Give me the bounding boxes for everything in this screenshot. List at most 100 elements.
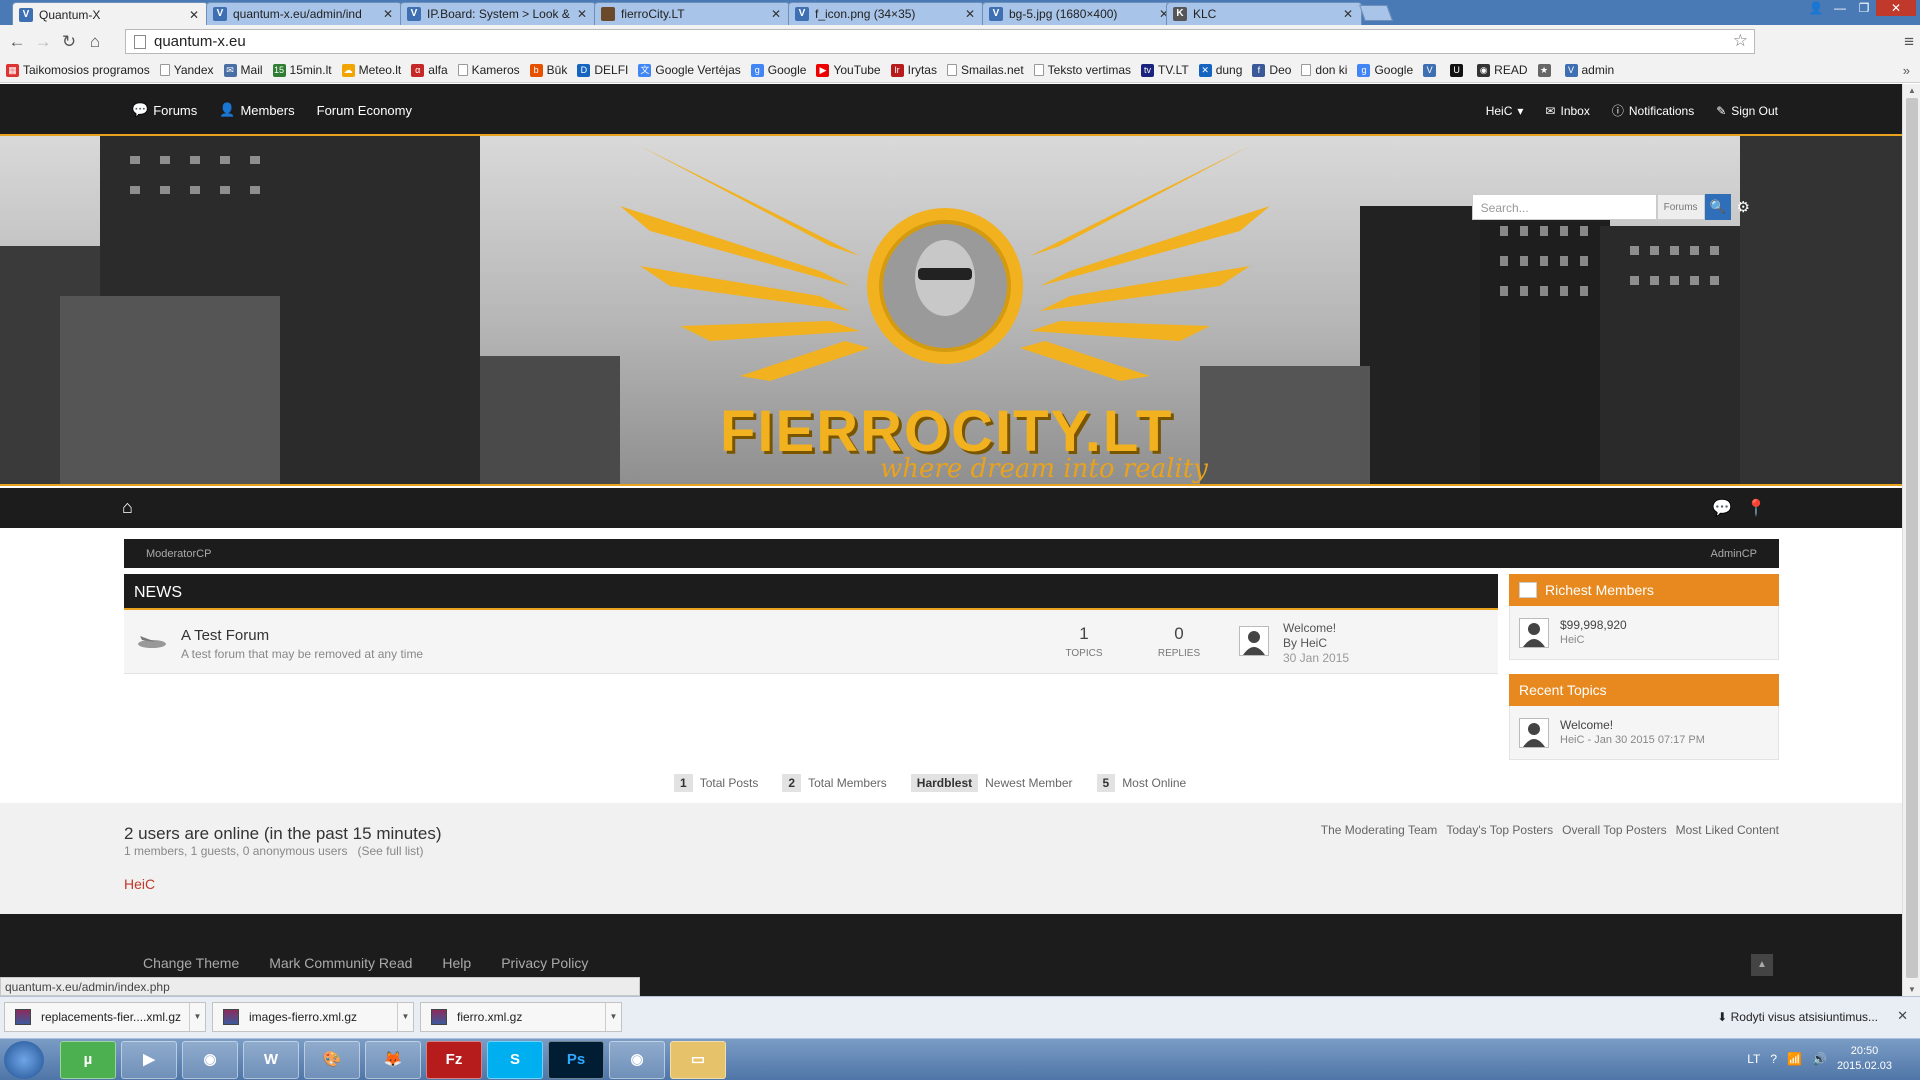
address-url[interactable]: quantum-x.eu (154, 33, 246, 50)
bookmark-teksto-vertimas[interactable]: Teksto vertimas (1033, 63, 1131, 77)
chrome-menu-icon[interactable]: ≡ (1904, 32, 1914, 52)
show-all-downloads-link[interactable]: ⬇ Rodyti visus atsisiuntimus... (1717, 1010, 1878, 1024)
bookmark-google[interactable]: g Google (750, 63, 806, 77)
todays-top-posters-link[interactable]: Today's Top Posters (1446, 823, 1553, 837)
sign-out-link[interactable]: ✎ Sign Out (1716, 102, 1778, 119)
nav-forums[interactable]: 💬 Forums (132, 102, 197, 118)
bookmark-star-icon[interactable]: ☆ (1733, 31, 1748, 51)
bookmark-alfa[interactable]: α alfa (411, 63, 448, 77)
overall-top-posters-link[interactable]: Overall Top Posters (1562, 823, 1667, 837)
search-options-gear-icon[interactable]: ⚙ (1737, 198, 1750, 216)
category-title[interactable]: NEWS (124, 574, 1498, 610)
help-icon[interactable]: ? (1770, 1052, 1777, 1066)
bookmarks-overflow-icon[interactable]: » (1903, 63, 1910, 78)
tab-bg-5[interactable]: V bg-5.jpg (1680×400) ✕ (982, 2, 1178, 25)
avatar[interactable] (1239, 626, 1269, 656)
recent-topic-title[interactable]: Welcome! (1560, 718, 1613, 732)
system-clock[interactable]: 20:50 2015.02.03 (1837, 1044, 1892, 1074)
search-button[interactable]: 🔍 (1704, 194, 1731, 220)
utorrent-icon[interactable]: µ (60, 1041, 116, 1079)
close-icon[interactable]: ✕ (1897, 1008, 1908, 1024)
bookmark-dung[interactable]: ✕ dung (1198, 63, 1242, 77)
chevron-down-icon[interactable]: ▼ (397, 1003, 413, 1031)
volume-icon[interactable]: 🔊 (1812, 1052, 1827, 1066)
back-icon[interactable]: ← (4, 32, 30, 52)
forum-name-link[interactable]: A Test Forum (181, 627, 269, 644)
bookmark-quantum[interactable]: V (1423, 63, 1440, 77)
search-scope[interactable]: Forums (1656, 194, 1705, 220)
nav-members[interactable]: 👤 Members (219, 102, 294, 118)
moderatorcp-link[interactable]: ModeratorCP (146, 548, 211, 560)
see-full-list-link[interactable]: (See full list) (357, 844, 423, 858)
privacy-policy-link[interactable]: Privacy Policy (501, 955, 588, 971)
scroll-up-icon[interactable]: ▲ (1903, 86, 1920, 95)
bookmark-tvlt[interactable]: tv TV.LT (1141, 63, 1189, 77)
bookmark-15min[interactable]: 15 15min.lt (272, 63, 332, 77)
last-post-author[interactable]: By HeiC (1283, 636, 1349, 651)
help-link[interactable]: Help (442, 955, 471, 971)
scrollbar-thumb[interactable] (1906, 98, 1918, 978)
avatar[interactable] (1519, 618, 1549, 648)
admincp-link[interactable]: AdminCP (1711, 548, 1757, 560)
user-menu[interactable]: HeiC ▾ (1486, 102, 1524, 119)
skype-icon[interactable]: S (487, 1041, 543, 1079)
windows-start-button[interactable] (4, 1041, 44, 1079)
close-icon[interactable]: ✕ (187, 8, 201, 22)
bookmark-google-translate[interactable]: 文 Google Vertėjas (638, 63, 741, 77)
minimize-icon[interactable]: — (1828, 0, 1852, 16)
mark-community-read-link[interactable]: Mark Community Read (269, 955, 412, 971)
chat-icon[interactable]: 💬 (1712, 498, 1732, 518)
window-close-icon[interactable]: ✕ (1876, 0, 1916, 16)
home-icon[interactable]: ⌂ (82, 32, 108, 52)
user-icon[interactable]: 👤 (1804, 0, 1828, 16)
bookmark-meteo[interactable]: ☁ Meteo.lt (341, 63, 401, 77)
bookmark-admin[interactable]: Vadmin (1564, 63, 1614, 77)
tab-quantum-x[interactable]: V Quantum-X ✕ (12, 2, 208, 26)
bookmark-deo[interactable]: f Deo (1252, 63, 1291, 77)
paint-icon[interactable]: 🎨 (304, 1041, 360, 1079)
restore-icon[interactable]: ❐ (1852, 0, 1876, 16)
tab-klc[interactable]: K KLC ✕ (1166, 2, 1362, 25)
scroll-down-icon[interactable]: ▼ (1903, 985, 1920, 994)
home-icon[interactable]: ⌂ (122, 497, 133, 518)
back-to-top-button[interactable]: ▲ (1751, 954, 1773, 976)
download-item[interactable]: fierro.xml.gz ▼ (420, 1002, 622, 1032)
close-icon[interactable]: ✕ (963, 7, 977, 21)
bookmark-delfi[interactable]: D DELFI (577, 63, 628, 77)
media-player-icon[interactable]: ▶ (121, 1041, 177, 1079)
bookmark-mail[interactable]: ✉ Mail (223, 63, 263, 77)
bookmark-buk[interactable]: b Būk (529, 63, 567, 77)
notifications-link[interactable]: ⓘ Notifications (1612, 102, 1694, 119)
avatar[interactable] (1519, 718, 1549, 748)
bookmark-u[interactable]: U (1450, 63, 1467, 77)
map-marker-icon[interactable]: 📍 (1746, 498, 1766, 518)
most-liked-content-link[interactable]: Most Liked Content (1676, 823, 1779, 837)
search-input[interactable]: Search... (1471, 194, 1657, 220)
chevron-down-icon[interactable]: ▼ (605, 1003, 621, 1031)
tab-fierrocity[interactable]: fierroCity.LT ✕ (594, 2, 790, 25)
richest-member-name[interactable]: HeiC (1560, 634, 1584, 646)
word-icon[interactable]: W (243, 1041, 299, 1079)
download-item[interactable]: replacements-fier....xml.gz ▼ (4, 1002, 206, 1032)
network-icon[interactable]: 📶 (1787, 1052, 1802, 1066)
change-theme-link[interactable]: Change Theme (143, 955, 239, 971)
address-bar[interactable]: quantum-x.eu ☆ (125, 29, 1755, 54)
close-icon[interactable]: ✕ (769, 7, 783, 21)
moderating-team-link[interactable]: The Moderating Team (1321, 823, 1438, 837)
language-indicator[interactable]: LT (1747, 1052, 1760, 1066)
newest-member-link[interactable]: Hardblest (910, 774, 979, 792)
bookmark-don-ki[interactable]: don ki (1301, 63, 1347, 77)
bookmark-apps[interactable]: ▦ Taikomosios programos (6, 63, 150, 77)
nav-forum-economy[interactable]: Forum Economy (317, 102, 412, 118)
close-icon[interactable]: ✕ (381, 7, 395, 21)
close-icon[interactable]: ✕ (575, 7, 589, 21)
firefox-icon[interactable]: 🦊 (365, 1041, 421, 1079)
explorer-folder-icon[interactable]: ▭ (670, 1041, 726, 1079)
download-item[interactable]: images-fierro.xml.gz ▼ (212, 1002, 414, 1032)
bookmark-yandex[interactable]: Yandex (159, 63, 214, 77)
chevron-down-icon[interactable]: ▼ (189, 1003, 205, 1031)
online-user-link[interactable]: HeiC (124, 876, 155, 892)
forward-icon[interactable]: → (30, 32, 56, 52)
bookmark-youtube[interactable]: ▶ YouTube (816, 63, 881, 77)
bookmark-google-2[interactable]: g Google (1357, 63, 1413, 77)
